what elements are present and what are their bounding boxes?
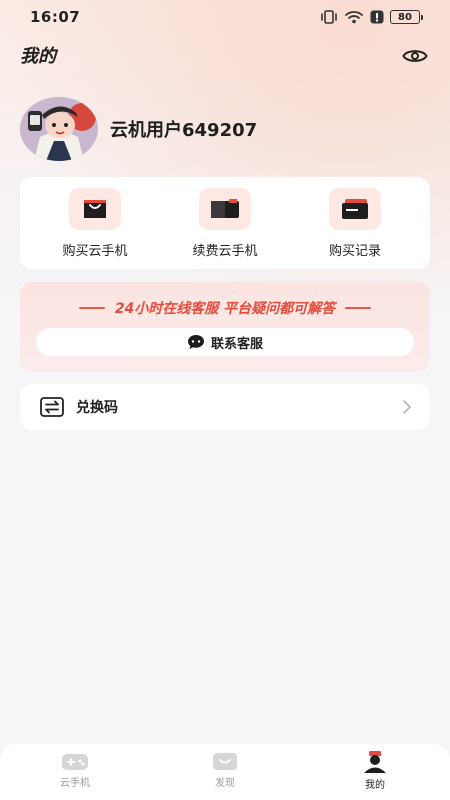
status-bar: 16:07 80 [0,0,450,34]
bottom-tab-bar: 云手机 发现 我的 [0,744,450,800]
quick-label: 购买记录 [328,243,381,259]
quick-icon-wrap [199,187,251,230]
status-icons: 80 [320,10,423,24]
shopping-bag-icon [84,199,106,218]
wallet-record-icon [342,198,368,219]
renew-cloud-phone-button[interactable]: 续费云手机 [165,187,285,259]
service-banner: 24小时在线客服 平台疑问都可解答 [20,298,430,318]
tab-profile[interactable]: 我的 [315,750,435,791]
gamepad-icon [62,754,88,770]
profile-icon [364,751,386,773]
avatar[interactable] [20,97,98,161]
contact-service-label: 联系客服 [210,336,263,352]
contact-service-button[interactable]: 联系客服 [36,328,414,356]
tab-discover[interactable]: 发现 [165,750,285,789]
page-title: 我的 [18,42,56,70]
divider [345,307,372,309]
battery-level: 80 [398,11,412,23]
exchange-icon [40,397,64,417]
eye-icon [402,50,428,62]
quick-label: 购买云手机 [62,243,128,259]
alert-icon [370,10,384,24]
tab-label: 我的 [365,780,385,791]
redeem-label: 兑换码 [76,400,118,416]
tab-cloud-phone[interactable]: 云手机 [15,750,135,789]
battery-indicator: 80 [390,10,423,24]
quick-label: 续费云手机 [192,243,258,259]
customer-service-card: 24小时在线客服 平台疑问都可解答 联系客服 [20,282,430,372]
tab-label: 云手机 [60,778,90,789]
buy-cloud-phone-button[interactable]: 购买云手机 [35,187,155,259]
quick-actions-card: 购买云手机 续费云手机 购买记录 [20,177,430,269]
renew-phone-icon [211,198,239,218]
chat-bubble-icon [187,335,204,349]
purchase-records-button[interactable]: 购买记录 [295,187,415,259]
tab-label: 发现 [215,778,235,789]
vibrate-icon [320,10,338,24]
service-text: 24小时在线客服 平台疑问都可解答 [114,301,336,317]
header: 我的 [18,38,430,74]
wifi-icon [344,10,364,24]
username: 云机用户649207 [110,120,258,141]
quick-icon-wrap [69,187,121,230]
profile-section: 云机用户649207 [20,97,257,161]
chevron-right-icon [403,400,411,414]
eye-button[interactable] [400,41,430,71]
status-time: 16:07 [30,8,81,26]
divider [78,307,105,309]
discover-icon [213,753,237,770]
redeem-code-row[interactable]: 兑换码 [20,384,430,430]
quick-icon-wrap [329,187,381,230]
